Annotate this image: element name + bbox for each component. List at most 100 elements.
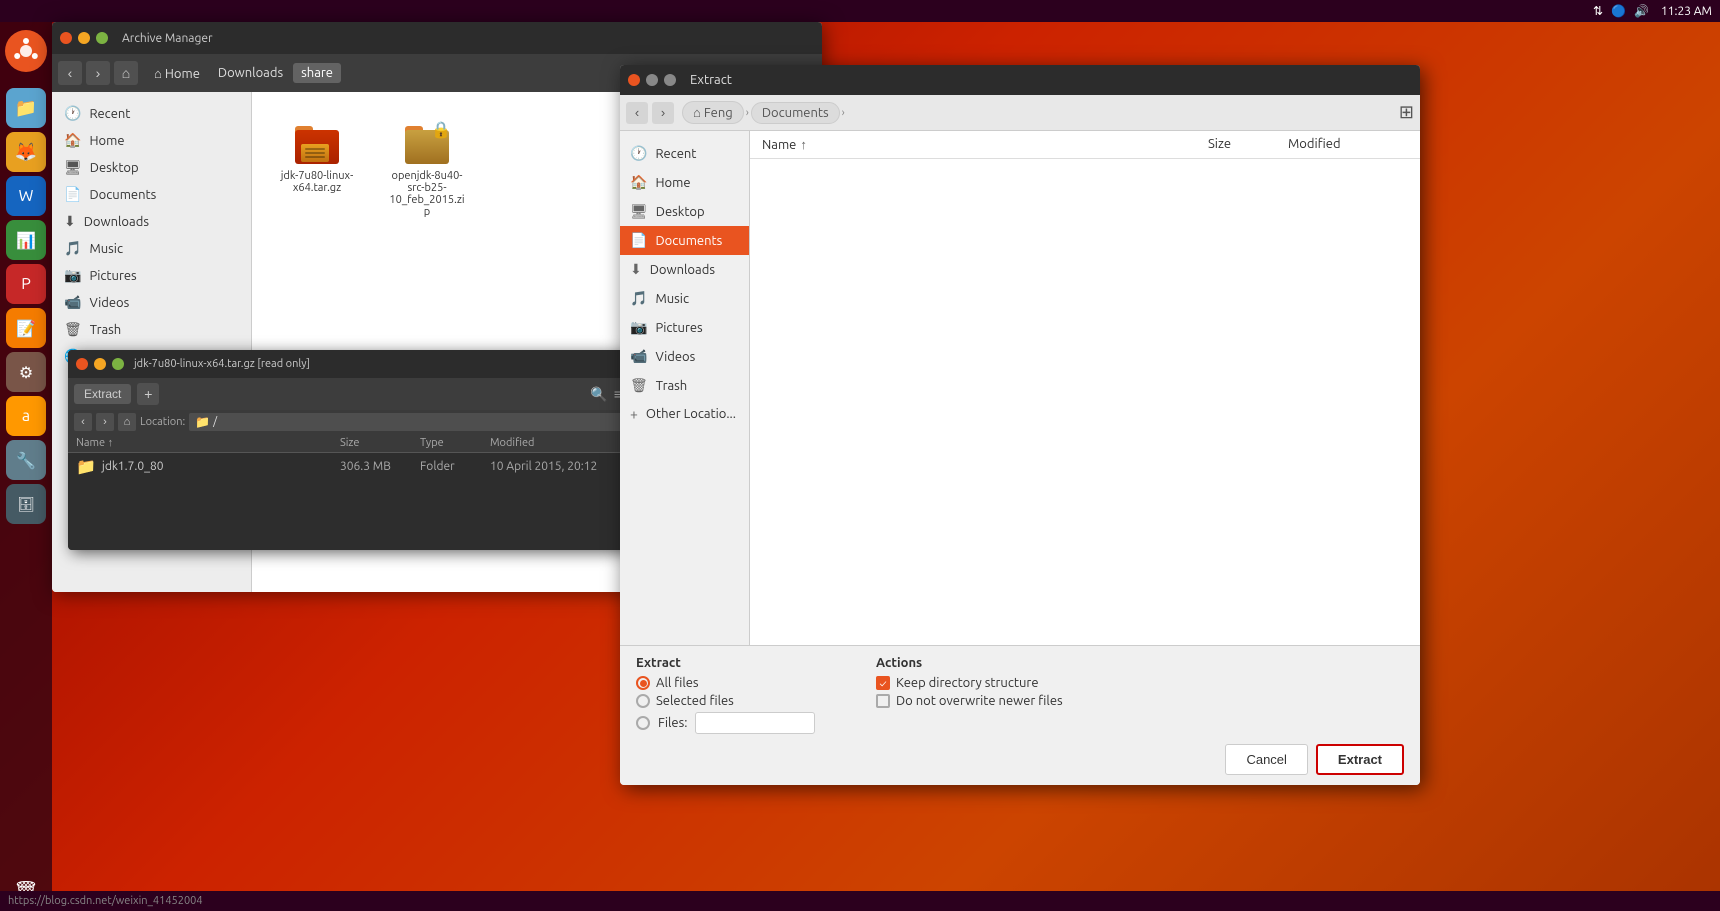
inner-window-title: jdk-7u80-linux-x64.tar.gz [read only] <box>134 358 310 370</box>
extract-section-title: Extract <box>636 656 836 670</box>
inner-add-button[interactable]: + <box>137 383 159 405</box>
jdk-tar-icon <box>293 118 341 166</box>
ext-sidebar-recent[interactable]: 🕐 Recent <box>620 139 749 168</box>
actions-section-title: Actions <box>876 656 1063 670</box>
top-bar-icons: ⇅ 🔵 🔊 <box>1593 4 1649 18</box>
sidebar-item-desktop[interactable]: 🖥 Desktop <box>52 154 251 181</box>
breadcrumb-home[interactable]: ⌂ Home <box>146 63 208 84</box>
ext-sidebar-downloads[interactable]: ⬇ Downloads <box>620 255 749 284</box>
dock-files[interactable]: 📁 <box>6 88 46 128</box>
close-button[interactable] <box>60 32 72 44</box>
bc-feng[interactable]: ⌂ Feng <box>682 101 744 124</box>
sidebar-item-music[interactable]: 🎵 Music <box>52 235 251 262</box>
selectedfiles-label: Selected files <box>656 694 734 708</box>
breadcrumb-share[interactable]: share <box>293 63 341 83</box>
dock-tools[interactable]: 🔧 <box>6 440 46 480</box>
extract-button[interactable]: Extract <box>1316 744 1404 775</box>
ext-recent-icon: 🕐 <box>630 145 647 162</box>
cancel-button[interactable]: Cancel <box>1225 744 1307 775</box>
col-header-modified: Modified <box>490 437 620 449</box>
inner-search-button[interactable]: 🔍 <box>590 386 607 403</box>
dock-calc[interactable]: 📊 <box>6 220 46 260</box>
ext-col-name: Name ↑ <box>762 137 1208 152</box>
transfer-icon: ⇅ <box>1593 4 1603 18</box>
extract-option-allfiles[interactable]: All files <box>636 676 836 690</box>
volume-icon: 🔊 <box>1634 4 1649 18</box>
keepdir-label: Keep directory structure <box>896 676 1039 690</box>
ext-other-icon: + <box>630 406 638 422</box>
trash-icon: 🗑 <box>64 321 82 338</box>
sidebar-item-documents[interactable]: 📄 Documents <box>52 181 251 208</box>
radio-allfiles[interactable] <box>636 676 650 690</box>
dock-archive[interactable]: 🗄 <box>6 484 46 524</box>
location-label: Location: <box>140 416 185 428</box>
file-item-openjdk-zip[interactable]: 🔒 openjdk-8u40-src-b25-10_feb_2015.zip <box>382 112 472 224</box>
inner-close-button[interactable] <box>76 358 88 370</box>
breadcrumb: ⌂ Home Downloads share <box>146 63 341 84</box>
ext-sidebar-other[interactable]: + Other Locatio... <box>620 400 749 428</box>
ext-videos-icon: 📹 <box>630 348 647 365</box>
dock-amazon[interactable]: a <box>6 396 46 436</box>
inner-maximize-button[interactable] <box>112 358 124 370</box>
table-row[interactable]: 📁 jdk1.7.0_80 306.3 MB Folder 10 April 2… <box>68 453 628 480</box>
checkbox-nooverwrite[interactable] <box>876 694 890 708</box>
ext-sidebar-trash[interactable]: 🗑 Trash <box>620 371 749 400</box>
dock-settings[interactable]: ⚙ <box>6 352 46 392</box>
ext-sidebar-music[interactable]: 🎵 Music <box>620 284 749 313</box>
ext-sidebar-videos[interactable]: 📹 Videos <box>620 342 749 371</box>
radio-files[interactable] <box>636 716 650 730</box>
action-option-keepdir[interactable]: ✓ Keep directory structure <box>876 676 1063 690</box>
extract-close-button[interactable] <box>628 74 640 86</box>
dock-impress[interactable]: P <box>6 264 46 304</box>
ext-documents-icon: 📄 <box>630 232 647 249</box>
back-button[interactable]: ‹ <box>58 61 82 85</box>
radio-selectedfiles[interactable] <box>636 694 650 708</box>
ext-sidebar-label-recent: Recent <box>655 147 696 161</box>
downloads-icon: ⬇ <box>64 213 76 230</box>
home-button[interactable]: ⌂ <box>114 61 138 85</box>
ext-sidebar-label-other: Other Locatio... <box>646 407 736 421</box>
inner-extract-button[interactable]: Extract <box>74 384 131 404</box>
ext-sidebar-documents[interactable]: 📄 Documents <box>620 226 749 255</box>
top-bar: ⇅ 🔵 🔊 11:23 AM <box>0 0 1720 22</box>
ext-sidebar-home[interactable]: 🏠 Home <box>620 168 749 197</box>
extract-breadcrumb: ⌂ Feng › Documents › <box>682 101 845 124</box>
openjdk-zip-icon: 🔒 <box>403 118 451 166</box>
ext-sidebar-label-downloads: Downloads <box>650 263 715 277</box>
checkbox-keepdir[interactable]: ✓ <box>876 676 890 690</box>
minimize-button[interactable] <box>78 32 90 44</box>
extract-minimize-button[interactable] <box>646 74 658 86</box>
bc-documents[interactable]: Documents <box>751 102 840 124</box>
inner-minimize-button[interactable] <box>94 358 106 370</box>
ext-sidebar-desktop[interactable]: 🖥 Desktop <box>620 197 749 226</box>
inner-home-button[interactable]: ⌂ <box>118 413 136 431</box>
dock-firefox[interactable]: 🦊 <box>6 132 46 172</box>
dock-text[interactable]: 📝 <box>6 308 46 348</box>
extract-maximize-button[interactable] <box>664 74 676 86</box>
extract-option-selectedfiles[interactable]: Selected files <box>636 694 836 708</box>
sidebar-item-pictures[interactable]: 📷 Pictures <box>52 262 251 289</box>
extract-nav-bar: ‹ › ⌂ Feng › Documents › ⊞ <box>620 95 1420 131</box>
sidebar-item-recent[interactable]: 🕐 Recent <box>52 100 251 127</box>
inner-forward-button[interactable]: › <box>96 413 114 431</box>
sidebar-item-home[interactable]: 🏠 Home <box>52 127 251 154</box>
ubuntu-logo[interactable] <box>5 30 47 72</box>
jdk-tar-label: jdk-7u80-linux-x64.tar.gz <box>278 170 356 194</box>
breadcrumb-downloads[interactable]: Downloads <box>210 63 291 83</box>
files-input[interactable] <box>695 712 815 734</box>
extract-back-button[interactable]: ‹ <box>626 102 648 124</box>
new-folder-button[interactable]: ⊞ <box>1399 102 1414 123</box>
forward-button[interactable]: › <box>86 61 110 85</box>
maximize-button[interactable] <box>96 32 108 44</box>
inner-file-list: 📁 jdk1.7.0_80 306.3 MB Folder 10 April 2… <box>68 453 628 550</box>
dock-writer[interactable]: W <box>6 176 46 216</box>
sidebar-item-downloads[interactable]: ⬇ Downloads <box>52 208 251 235</box>
action-option-nooverwrite[interactable]: Do not overwrite newer files <box>876 694 1063 708</box>
sidebar-item-videos[interactable]: 📹 Videos <box>52 289 251 316</box>
extract-forward-button[interactable]: › <box>652 102 674 124</box>
file-item-jdk-tar[interactable]: jdk-7u80-linux-x64.tar.gz <box>272 112 362 224</box>
ext-sidebar-pictures[interactable]: 📷 Pictures <box>620 313 749 342</box>
sidebar-item-trash[interactable]: 🗑 Trash <box>52 316 251 343</box>
sidebar-label-recent: Recent <box>89 107 130 121</box>
inner-back-button[interactable]: ‹ <box>74 413 92 431</box>
